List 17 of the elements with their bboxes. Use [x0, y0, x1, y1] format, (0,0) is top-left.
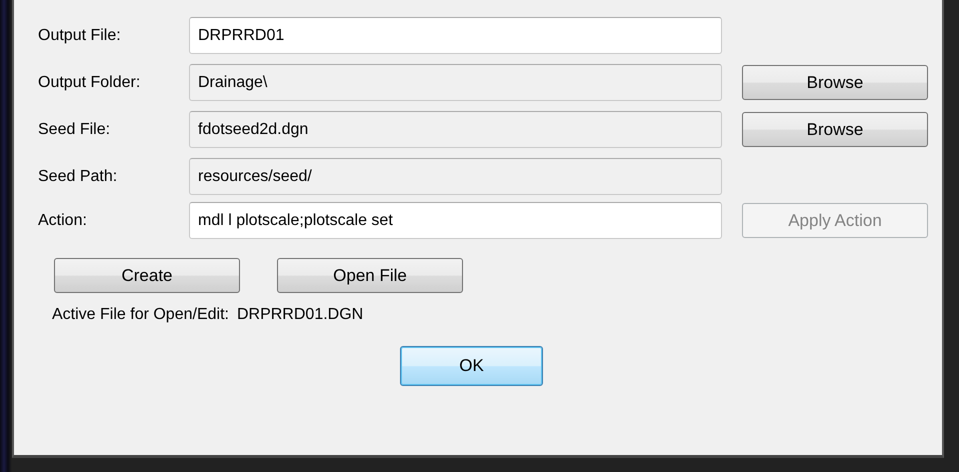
field-label: Output Folder: [38, 74, 142, 92]
active-file-name: DRPRRD01.DGN [236, 306, 364, 324]
text-field[interactable]: Drainage\ [189, 64, 722, 101]
browse-button[interactable]: Browse [742, 112, 928, 147]
action-button[interactable]: Open File [277, 258, 463, 293]
action-button[interactable]: Create [54, 258, 240, 293]
field-label: Seed File: [38, 120, 112, 138]
text-field[interactable]: fdotseed2d.dgn [189, 111, 722, 148]
active-file-label: Active File for Open/Edit: [52, 306, 229, 324]
ok-button[interactable]: OK [400, 346, 543, 386]
field-label: Action: [38, 212, 88, 230]
text-field[interactable]: DRPRRD01 [189, 17, 722, 54]
field-label: Output File: [38, 26, 122, 44]
text-field[interactable]: resources/seed/ [189, 158, 722, 195]
text-field[interactable]: mdl l plotscale;plotscale set [189, 202, 722, 239]
field-label: Seed Path: [38, 168, 118, 186]
browse-button[interactable]: Browse [742, 65, 928, 100]
